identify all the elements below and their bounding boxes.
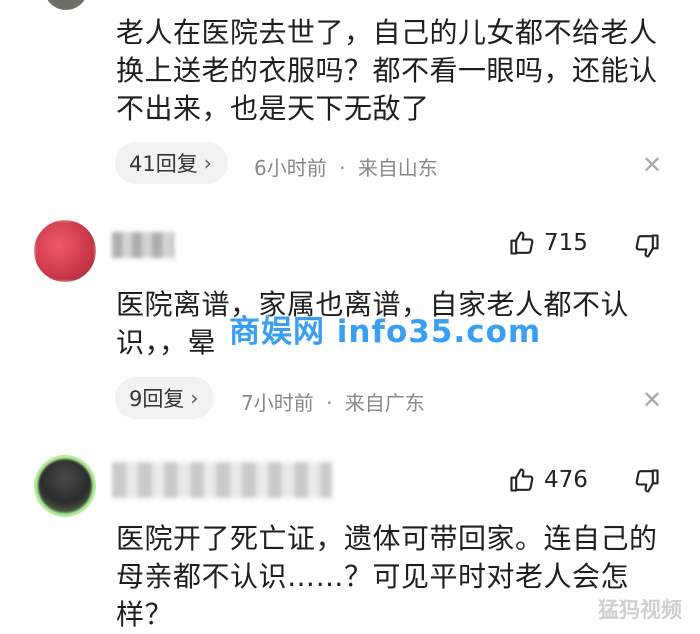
comment-location: 来自山东 <box>357 156 438 180</box>
thumbs-down-icon <box>635 469 659 493</box>
comment-2-meta: 7小时前 · 来自广东 <box>241 387 425 416</box>
like-count: 476 <box>544 467 588 493</box>
comment-location: 来自广东 <box>344 391 425 415</box>
like-button[interactable]: 476 <box>508 466 588 494</box>
avatar[interactable] <box>34 455 96 517</box>
site-watermark: 商娱网 info35.com <box>229 314 542 350</box>
dislike-button[interactable] <box>633 232 661 264</box>
reply-count-label: 9回复 <box>129 387 185 411</box>
comment-time: 7小时前 <box>241 391 314 415</box>
chevron-right-icon: › <box>190 386 199 410</box>
thumbs-up-icon <box>510 468 534 492</box>
avatar[interactable] <box>34 220 96 282</box>
comment-3-text: 医院开了死亡证，遗体可带回家。连自己的母亲都不认识……？可见平时对老人会怎样？ <box>116 522 658 631</box>
username-blurred[interactable] <box>112 462 332 498</box>
thumbs-up-icon <box>510 231 534 255</box>
reply-count-label: 41回复 <box>129 152 198 176</box>
dislike-button[interactable] <box>633 467 661 499</box>
comment-1-meta: 6小时前 · 来自山东 <box>254 152 438 181</box>
chevron-right-icon: › <box>203 151 212 175</box>
like-button[interactable]: 715 <box>508 229 588 257</box>
corner-watermark: 猛犸视频 <box>598 598 682 622</box>
thumbs-down-icon <box>635 234 659 258</box>
avatar-top-partial[interactable] <box>44 0 88 10</box>
comment-1-reply-button[interactable]: 41回复 › <box>115 142 228 184</box>
meta-separator: · <box>326 391 333 415</box>
comment-1-text: 老人在医院去世了，自己的儿女都不给老人换上送老的衣服吗？都不看一眼吗，还能认不出… <box>116 16 658 125</box>
close-icon[interactable]: ✕ <box>642 388 662 412</box>
meta-separator: · <box>339 156 346 180</box>
username-blurred[interactable] <box>112 232 174 258</box>
like-count: 715 <box>544 230 588 256</box>
close-icon[interactable]: ✕ <box>642 153 662 177</box>
comment-time: 6小时前 <box>254 156 327 180</box>
comment-2-reply-button[interactable]: 9回复 › <box>115 377 215 419</box>
